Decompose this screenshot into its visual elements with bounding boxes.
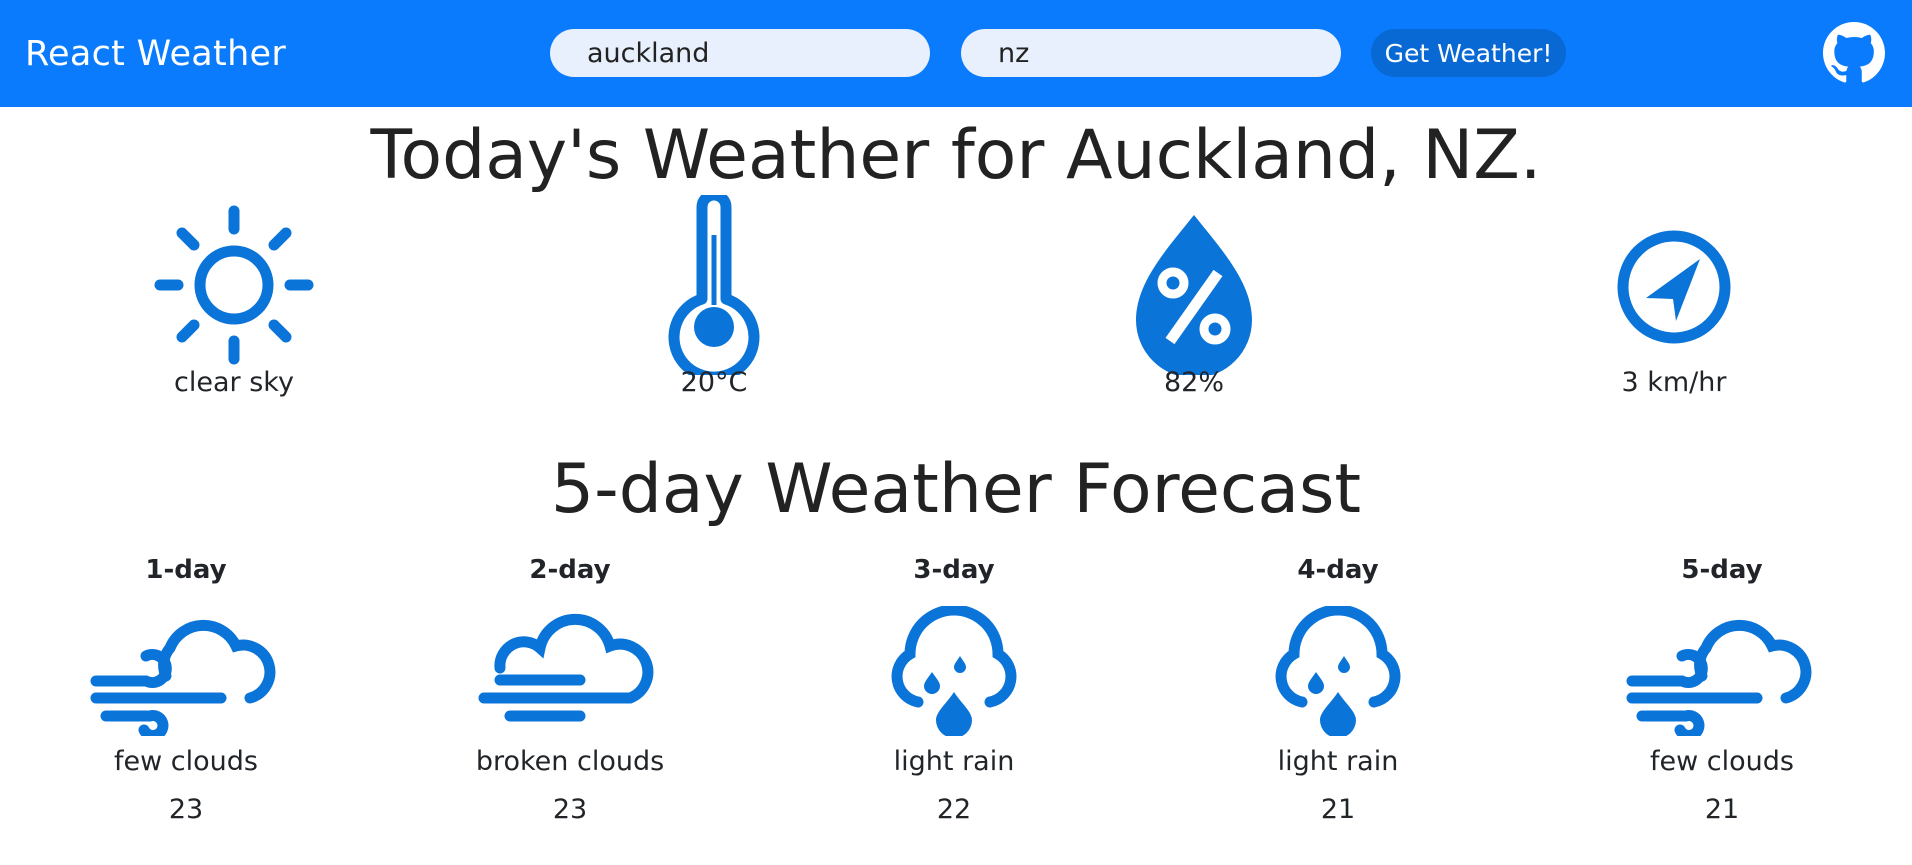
github-icon [1823, 22, 1885, 83]
forecast-description: light rain [893, 746, 1015, 777]
forecast-temp: 23 [168, 794, 204, 825]
city-input[interactable] [550, 29, 930, 77]
github-link[interactable] [1823, 22, 1885, 84]
today-title: Today's Weather for Auckland, NZ. [370, 116, 1542, 195]
temperature-value: 20°C [680, 367, 748, 398]
forecast-description: broken clouds [475, 746, 665, 777]
forecast-description: light rain [1277, 746, 1399, 777]
cloud-rain-icon [1275, 606, 1401, 736]
forecast-day-label: 2-day [529, 555, 611, 585]
thermometer-icon [668, 195, 760, 375]
cloud-rain-icon [891, 606, 1017, 736]
forecast-day-4: 4-day light rain 21 [1208, 548, 1468, 825]
forecast-description: few clouds [1650, 746, 1794, 777]
forecast-day-label: 3-day [913, 555, 995, 585]
humidity-drop-icon [1136, 215, 1252, 375]
forecast-temp: 23 [552, 794, 588, 825]
wind-direction-icon [1617, 230, 1731, 344]
forecast-day-5: 5-day few clouds 21 [1592, 548, 1852, 825]
forecast-temp: 22 [936, 794, 972, 825]
forecast-day-1: 1-day few clouds 23 [56, 548, 316, 825]
condition-value: clear sky [174, 367, 294, 398]
humidity-value: 82% [1163, 367, 1224, 398]
condition-stat: clear sky [104, 195, 364, 398]
forecast-day-3: 3-day light rain 22 [824, 548, 1084, 825]
temperature-stat: 20°C [584, 195, 844, 398]
get-weather-button[interactable]: Get Weather! [1371, 29, 1566, 77]
wind-value: 3 km/hr [1621, 367, 1727, 398]
forecast-temp: 21 [1320, 794, 1356, 825]
forecast-temp: 21 [1704, 794, 1740, 825]
app-brand[interactable]: React Weather [25, 30, 286, 78]
forecast-description: few clouds [114, 746, 258, 777]
cloud-fog-icon [478, 613, 654, 722]
country-input[interactable] [961, 29, 1341, 77]
wind-stat: 3 km/hr [1544, 195, 1804, 398]
forecast-day-label: 4-day [1297, 555, 1379, 585]
forecast-day-label: 1-day [145, 555, 227, 585]
humidity-stat: 82% [1064, 195, 1324, 398]
cloud-wind-icon [90, 619, 276, 736]
forecast-day-label: 5-day [1681, 555, 1763, 585]
navbar: React Weather Get Weather! [0, 0, 1912, 107]
forecast-title: 5-day Weather Forecast [550, 450, 1362, 529]
cloud-wind-icon [1626, 619, 1812, 736]
forecast-day-2: 2-day broken clouds 23 [440, 548, 700, 825]
sun-icon [154, 205, 314, 365]
